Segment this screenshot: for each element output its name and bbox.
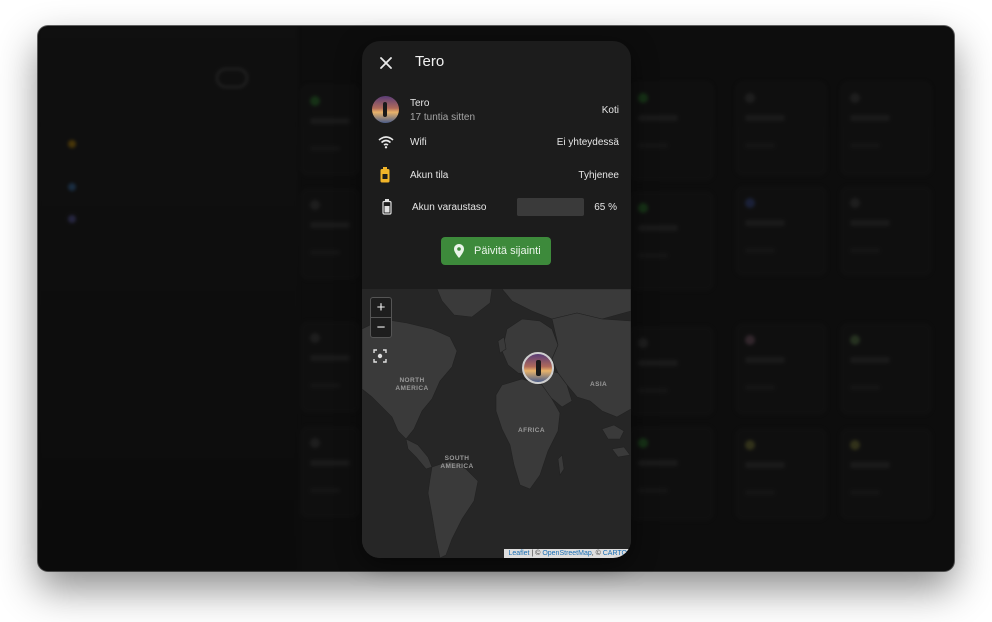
openstreetmap-link[interactable]: OpenStreetMap [542, 550, 591, 557]
update-location-label: Päivitä sijainti [474, 245, 541, 257]
world-map [362, 289, 631, 558]
avatar [372, 96, 399, 123]
map-label-africa: AFRICA [518, 427, 545, 434]
focus-icon [373, 349, 387, 363]
wifi-label: Wifi [410, 137, 427, 148]
battery-level-row[interactable]: Akun varaustaso 65 % [362, 197, 631, 227]
battery-state-row[interactable]: Akun tila Tyhjenee [362, 165, 631, 195]
person-name: Tero [410, 98, 430, 109]
carto-link[interactable]: CARTO [603, 550, 627, 557]
zoom-in-button[interactable]: + [371, 298, 391, 317]
person-row[interactable]: Tero 17 tuntia sitten Koti [362, 96, 631, 126]
fit-map-button[interactable] [372, 348, 388, 364]
battery-charging-icon [380, 167, 390, 188]
person-state: Koti [601, 105, 619, 116]
close-icon [380, 57, 392, 69]
leaflet-link[interactable]: Leaflet [508, 550, 529, 557]
battery-state-value: Tyhjenee [578, 170, 619, 181]
close-button[interactable] [376, 53, 396, 73]
map-marker-icon [454, 244, 464, 261]
battery-icon [382, 199, 392, 220]
battery-level-label: Akun varaustaso [412, 202, 487, 213]
map-label-south-america: SOUTH AMERICA [440, 455, 474, 470]
map-view[interactable]: + − NORTH AMERICA ASIA AFRICA SOUTH AMER… [362, 289, 631, 558]
battery-level-value: 65 % [594, 202, 617, 213]
wifi-value: Ei yhteydessä [556, 137, 619, 148]
dialog-header: Tero [362, 41, 631, 85]
last-updated: 17 tuntia sitten [410, 112, 476, 123]
dialog-title: Tero [415, 53, 445, 70]
map-attribution: Leaflet | © OpenStreetMap, © CARTO [504, 549, 631, 558]
person-map-marker[interactable] [522, 352, 554, 384]
wifi-row[interactable]: Wifi Ei yhteydessä [362, 133, 631, 163]
update-location-button[interactable]: Päivitä sijainti [441, 237, 551, 265]
battery-level-bar [517, 198, 584, 216]
map-label-north-america: NORTH AMERICA [395, 377, 429, 392]
battery-level-bar-fill [517, 198, 561, 216]
attribution-separator: , © [591, 550, 603, 557]
zoom-control: + − [370, 297, 392, 338]
battery-state-label: Akun tila [410, 170, 449, 181]
wifi-icon [378, 135, 394, 154]
person-more-info-dialog: Tero Tero 17 tuntia sitten Koti Wifi Ei … [362, 41, 631, 558]
map-label-asia: ASIA [590, 381, 608, 388]
attribution-separator: | © [529, 550, 543, 557]
zoom-out-button[interactable]: − [371, 317, 391, 337]
